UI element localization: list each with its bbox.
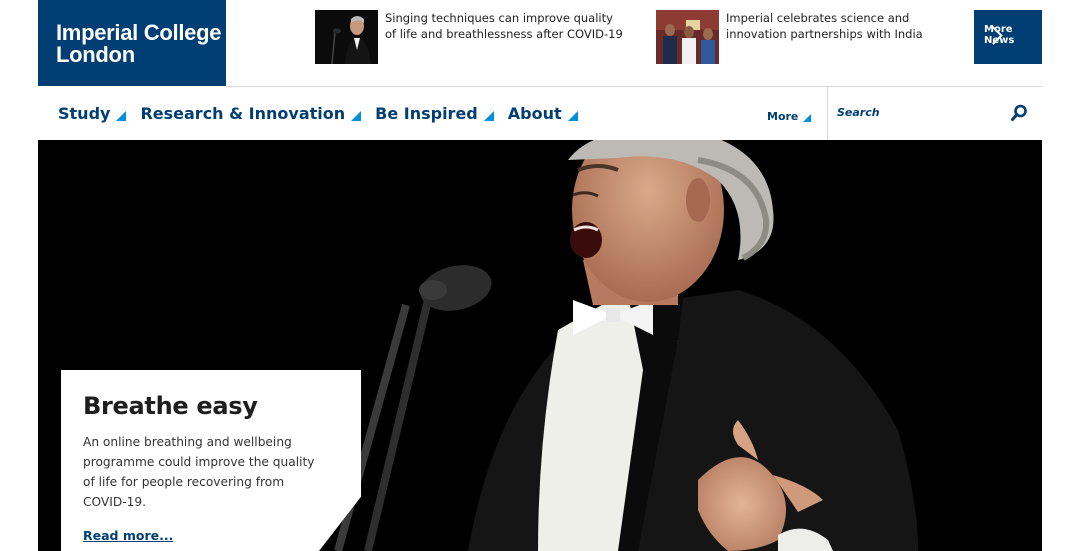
nav-item-label: About (507, 104, 562, 123)
nav-item-research-innovation[interactable]: Research & Innovation (140, 104, 362, 123)
nav-item-be-inspired[interactable]: Be Inspired (375, 104, 494, 123)
hero-story-card: Breathe easy An online breathing and wel… (61, 370, 361, 551)
dropdown-triangle-icon (567, 110, 578, 121)
nav-more-label: More (767, 110, 799, 123)
news-headline[interactable]: Imperial celebrates science and innovati… (726, 10, 966, 64)
imperial-logo[interactable]: Imperial College London (38, 0, 226, 86)
nav-item-label: Study (58, 104, 111, 123)
logo-line-1: Imperial College (56, 20, 222, 45)
dropdown-triangle-icon (116, 110, 127, 121)
nav-item-study[interactable]: Study (58, 104, 127, 123)
nav-more-button[interactable]: More (767, 110, 812, 123)
dropdown-triangle-icon (483, 110, 494, 121)
news-thumbnail-india (656, 10, 719, 64)
search-input[interactable]: Search (837, 106, 880, 119)
news-item-india[interactable]: Imperial celebrates science and innovati… (656, 10, 966, 64)
more-news-button[interactable]: More News (974, 10, 1042, 64)
news-item-singing[interactable]: Singing techniques can improve quality o… (315, 10, 625, 64)
main-navigation: Study Research & Innovation Be Inspired … (58, 104, 592, 123)
dropdown-triangle-icon (351, 110, 362, 121)
singer-thumbnail-image (315, 10, 378, 64)
nav-item-about[interactable]: About (508, 104, 578, 123)
dropdown-triangle-icon (803, 113, 812, 122)
nav-item-label: Be Inspired (375, 104, 478, 123)
nav-item-label: Research & Innovation (140, 104, 346, 123)
story-title[interactable]: Breathe easy (83, 392, 339, 420)
news-thumbnail-singer (315, 10, 378, 64)
read-more-link[interactable]: Read more... (83, 528, 173, 543)
search-box[interactable]: Search (827, 87, 1042, 140)
story-summary: An online breathing and wellbeing progra… (83, 435, 315, 509)
logo-line-2: London (56, 42, 135, 67)
india-event-thumbnail-image (656, 10, 719, 64)
search-icon[interactable] (1010, 104, 1028, 122)
news-headline[interactable]: Singing techniques can improve quality o… (385, 10, 625, 64)
